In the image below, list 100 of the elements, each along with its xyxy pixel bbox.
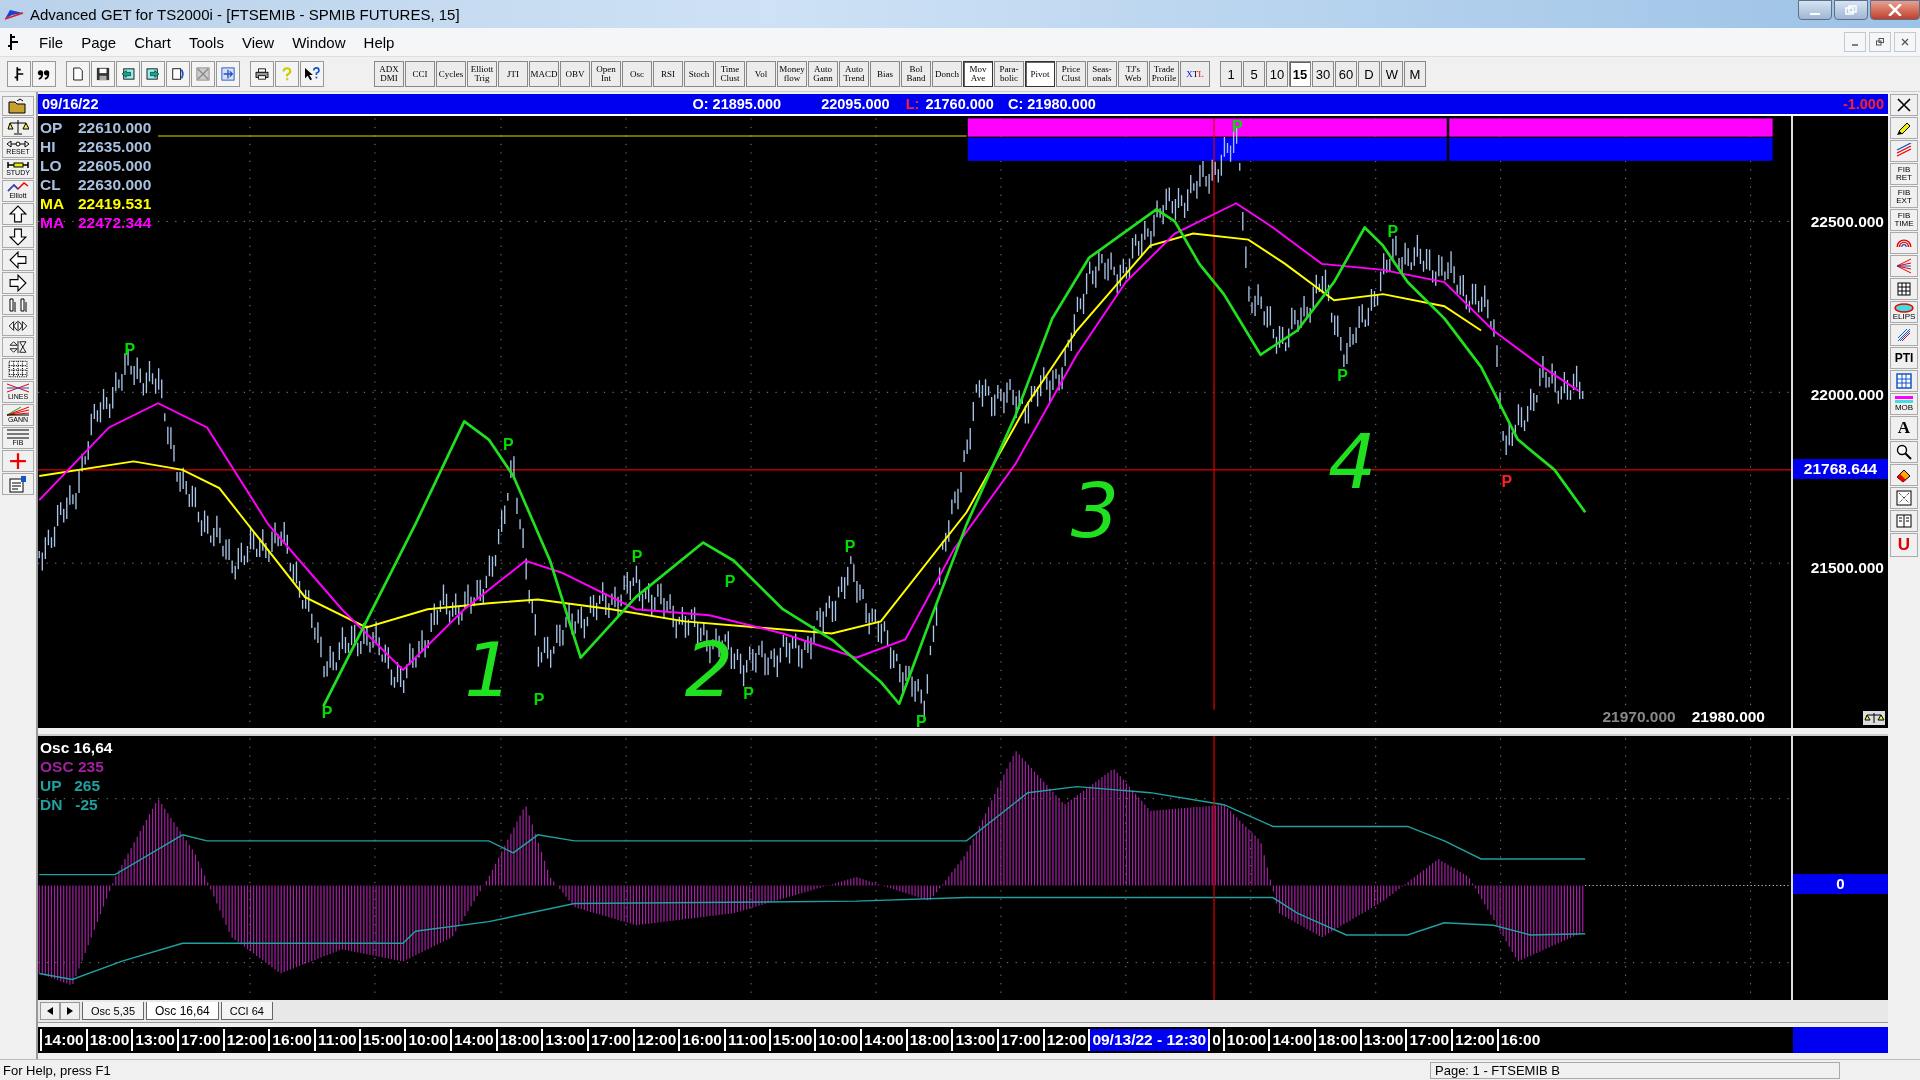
wave-label: 2 — [684, 626, 734, 715]
indicator-button[interactable]: Open Int — [591, 61, 621, 87]
time-label: 17:00 — [587, 1029, 633, 1051]
period-button[interactable]: 60 — [1335, 61, 1357, 87]
indicator-button[interactable]: RSI — [653, 61, 683, 87]
tab[interactable]: CCI 64 — [220, 1002, 273, 1020]
menu-item[interactable]: File — [30, 33, 73, 51]
time-label: 14:00 — [860, 1029, 906, 1051]
tool-button[interactable] — [2, 226, 34, 248]
tool-button[interactable]: FIB TIME — [1890, 209, 1918, 231]
tool-button[interactable] — [2, 96, 34, 116]
menu-item[interactable]: Tools — [179, 33, 233, 51]
pivot-marker: P — [631, 548, 643, 565]
menu-item[interactable]: Window — [283, 33, 355, 51]
indicator-button[interactable]: Para-bolic — [994, 61, 1024, 87]
tool-button[interactable] — [66, 61, 90, 87]
indicator-button[interactable]: Elliott Trig — [467, 61, 497, 87]
close-button[interactable] — [1870, 0, 1920, 20]
indicator-button[interactable]: ADX DMI — [374, 61, 404, 87]
indicator-button[interactable]: Donch — [932, 61, 962, 87]
indicator-button[interactable]: Auto Gann — [808, 61, 838, 87]
indicator-button[interactable]: TJ's Web — [1118, 61, 1148, 87]
tool-button[interactable] — [300, 61, 324, 87]
tool-button[interactable] — [166, 61, 190, 87]
indicator-button[interactable]: JTI — [498, 61, 528, 87]
indicator-button[interactable]: Price Clust — [1056, 61, 1086, 87]
tool-button[interactable]: FIB RET — [1890, 163, 1918, 185]
indicator-button[interactable]: XTL — [1180, 61, 1210, 87]
indicator-button[interactable]: Osc — [622, 61, 652, 87]
menu-item[interactable]: Chart — [125, 33, 180, 51]
tool-button[interactable]: ELIPS — [1890, 301, 1918, 323]
period-button[interactable]: 1 — [1220, 61, 1242, 87]
time-label: 16:00 — [268, 1029, 314, 1051]
period-button[interactable]: 10 — [1266, 61, 1288, 87]
scroll-right-button[interactable] — [60, 1002, 80, 1020]
tool-button[interactable] — [1890, 117, 1918, 139]
time-label: 16:00 — [678, 1029, 724, 1051]
period-button[interactable]: D — [1358, 61, 1380, 87]
maximize-button[interactable] — [1834, 0, 1868, 20]
time-label: 12:00 — [1451, 1029, 1497, 1051]
tool-button[interactable] — [2, 117, 34, 137]
minimize-button[interactable] — [1844, 32, 1866, 52]
tool-button[interactable]: FIB EXT — [1890, 186, 1918, 208]
period-button[interactable]: W — [1381, 61, 1403, 87]
close-price: C: 21980.000 — [1007, 96, 1096, 112]
tool-button[interactable] — [2, 337, 34, 357]
tool-button[interactable] — [250, 61, 274, 87]
indicator-button[interactable]: Seas-onals — [1087, 61, 1117, 87]
tool-button[interactable] — [2, 358, 34, 380]
period-button[interactable]: 15 — [1289, 61, 1311, 87]
tool-button[interactable] — [32, 61, 56, 87]
tool-button[interactable] — [1890, 278, 1918, 300]
tool-button[interactable] — [1890, 464, 1918, 486]
pivot-marker: P — [724, 573, 736, 591]
menu-item[interactable]: Page — [72, 33, 126, 51]
indicator-button[interactable]: MACD — [529, 61, 559, 87]
period-button[interactable]: 5 — [1243, 61, 1265, 87]
indicator-button[interactable]: Pivot — [1025, 61, 1055, 87]
diagonal-lines-icon — [1896, 327, 1912, 343]
indicator-button[interactable]: Bias — [870, 61, 900, 87]
arrow-down-icon — [9, 228, 27, 246]
tool-button[interactable] — [2, 203, 34, 225]
tool-button[interactable] — [1890, 441, 1918, 463]
tool-button[interactable] — [2, 473, 34, 495]
indicator-button[interactable]: Cycles — [436, 61, 466, 87]
app-logo-icon — [4, 7, 24, 21]
indicator-button[interactable]: Trade Profile — [1149, 61, 1179, 87]
tab[interactable]: Osc 16,64 — [146, 1002, 219, 1020]
tool-button[interactable]: PTI — [1890, 347, 1918, 369]
scroll-left-button[interactable] — [40, 1002, 60, 1020]
close-button[interactable] — [1894, 32, 1916, 52]
indicator-button[interactable]: Stoch — [684, 61, 714, 87]
time-label: 17:00 — [176, 1029, 223, 1051]
period-button[interactable]: 30 — [1312, 61, 1334, 87]
indicator-button[interactable]: Vol — [746, 61, 776, 87]
indicator-button[interactable]: OBV — [560, 61, 590, 87]
indicator-button[interactable]: Bol Band — [901, 61, 931, 87]
last-price: 21970.000 — [1602, 708, 1676, 726]
tab[interactable]: Osc 5,35 — [82, 1002, 145, 1020]
menu-item[interactable]: Help — [354, 33, 404, 51]
indicator-button[interactable]: CCI — [405, 61, 435, 87]
indicator-button[interactable]: Auto Trend — [839, 61, 869, 87]
tool-button[interactable] — [1890, 94, 1918, 116]
last-price: 21980.000 — [1691, 708, 1765, 726]
tool-button[interactable] — [2, 316, 34, 336]
restore-button[interactable] — [1869, 32, 1891, 52]
indicator-button[interactable]: Time Clust — [715, 61, 745, 87]
tool-button[interactable] — [2, 272, 34, 294]
menu-item[interactable]: View — [232, 33, 284, 51]
minimize-button[interactable] — [1798, 0, 1832, 20]
tool-button[interactable] — [91, 61, 115, 87]
indicator-button[interactable]: Money flow — [777, 61, 807, 87]
tool-button[interactable]: MOB — [1890, 393, 1918, 415]
tool-button[interactable] — [7, 61, 31, 87]
tool-button[interactable] — [2, 249, 34, 271]
period-button[interactable]: M — [1404, 61, 1426, 87]
indicator-button[interactable]: Mov Ave — [963, 61, 993, 87]
tool-button[interactable]: U — [1890, 533, 1918, 557]
wave-label: 3 — [1070, 466, 1119, 555]
tool-button[interactable]: A — [1890, 416, 1918, 440]
